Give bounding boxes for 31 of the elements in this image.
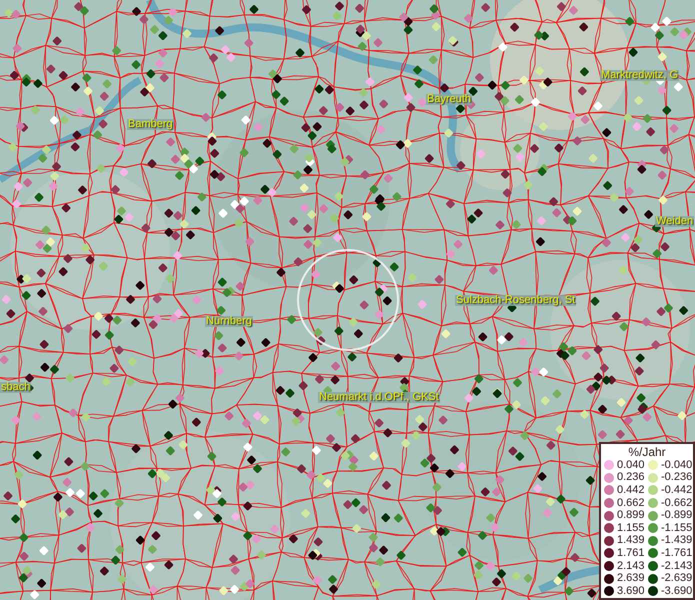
legend-value: -0.899	[661, 510, 692, 522]
legend-value: 0.899	[617, 510, 645, 522]
legend-value: 0.040	[617, 460, 645, 471]
legend-value: -1.439	[661, 535, 692, 546]
legend-value: -0.442	[661, 484, 692, 496]
legend-value: 2.639	[617, 573, 645, 584]
place-label: Bayreuth	[426, 94, 472, 105]
legend-value: -1.761	[661, 548, 692, 559]
legend-value: 0.662	[617, 498, 645, 509]
legend-value: 1.155	[617, 522, 645, 534]
place-label: Neumarkt i.d.OPf., GKSt	[318, 392, 440, 403]
legend-value: -2.639	[661, 573, 692, 584]
legend-value: -0.662	[661, 498, 692, 509]
place-label: Sulzbach-Rosenberg, St	[455, 295, 576, 306]
legend-value: -1.155	[661, 522, 692, 534]
legend-value: 2.143	[617, 560, 645, 572]
legend-value: -0.040	[661, 460, 692, 471]
legend-value: 0.236	[617, 472, 645, 484]
place-label: Bamberg	[127, 119, 174, 130]
legend-value: 3.690	[617, 586, 645, 597]
legend-value: 0.442	[617, 484, 645, 496]
legend-value: -0.236	[661, 472, 692, 484]
legend-value: -2.143	[661, 560, 692, 572]
place-label: Weiden	[655, 216, 694, 227]
place-label: sbach	[0, 382, 32, 393]
legend-value: 1.439	[617, 535, 645, 546]
legend-title: %/Jahr	[627, 445, 667, 459]
legend-value: 1.761	[617, 548, 645, 559]
legend-value: -3.690	[661, 586, 692, 597]
place-label: Nürnberg	[205, 316, 253, 327]
place-label: Marktredwitz, G	[600, 70, 680, 81]
